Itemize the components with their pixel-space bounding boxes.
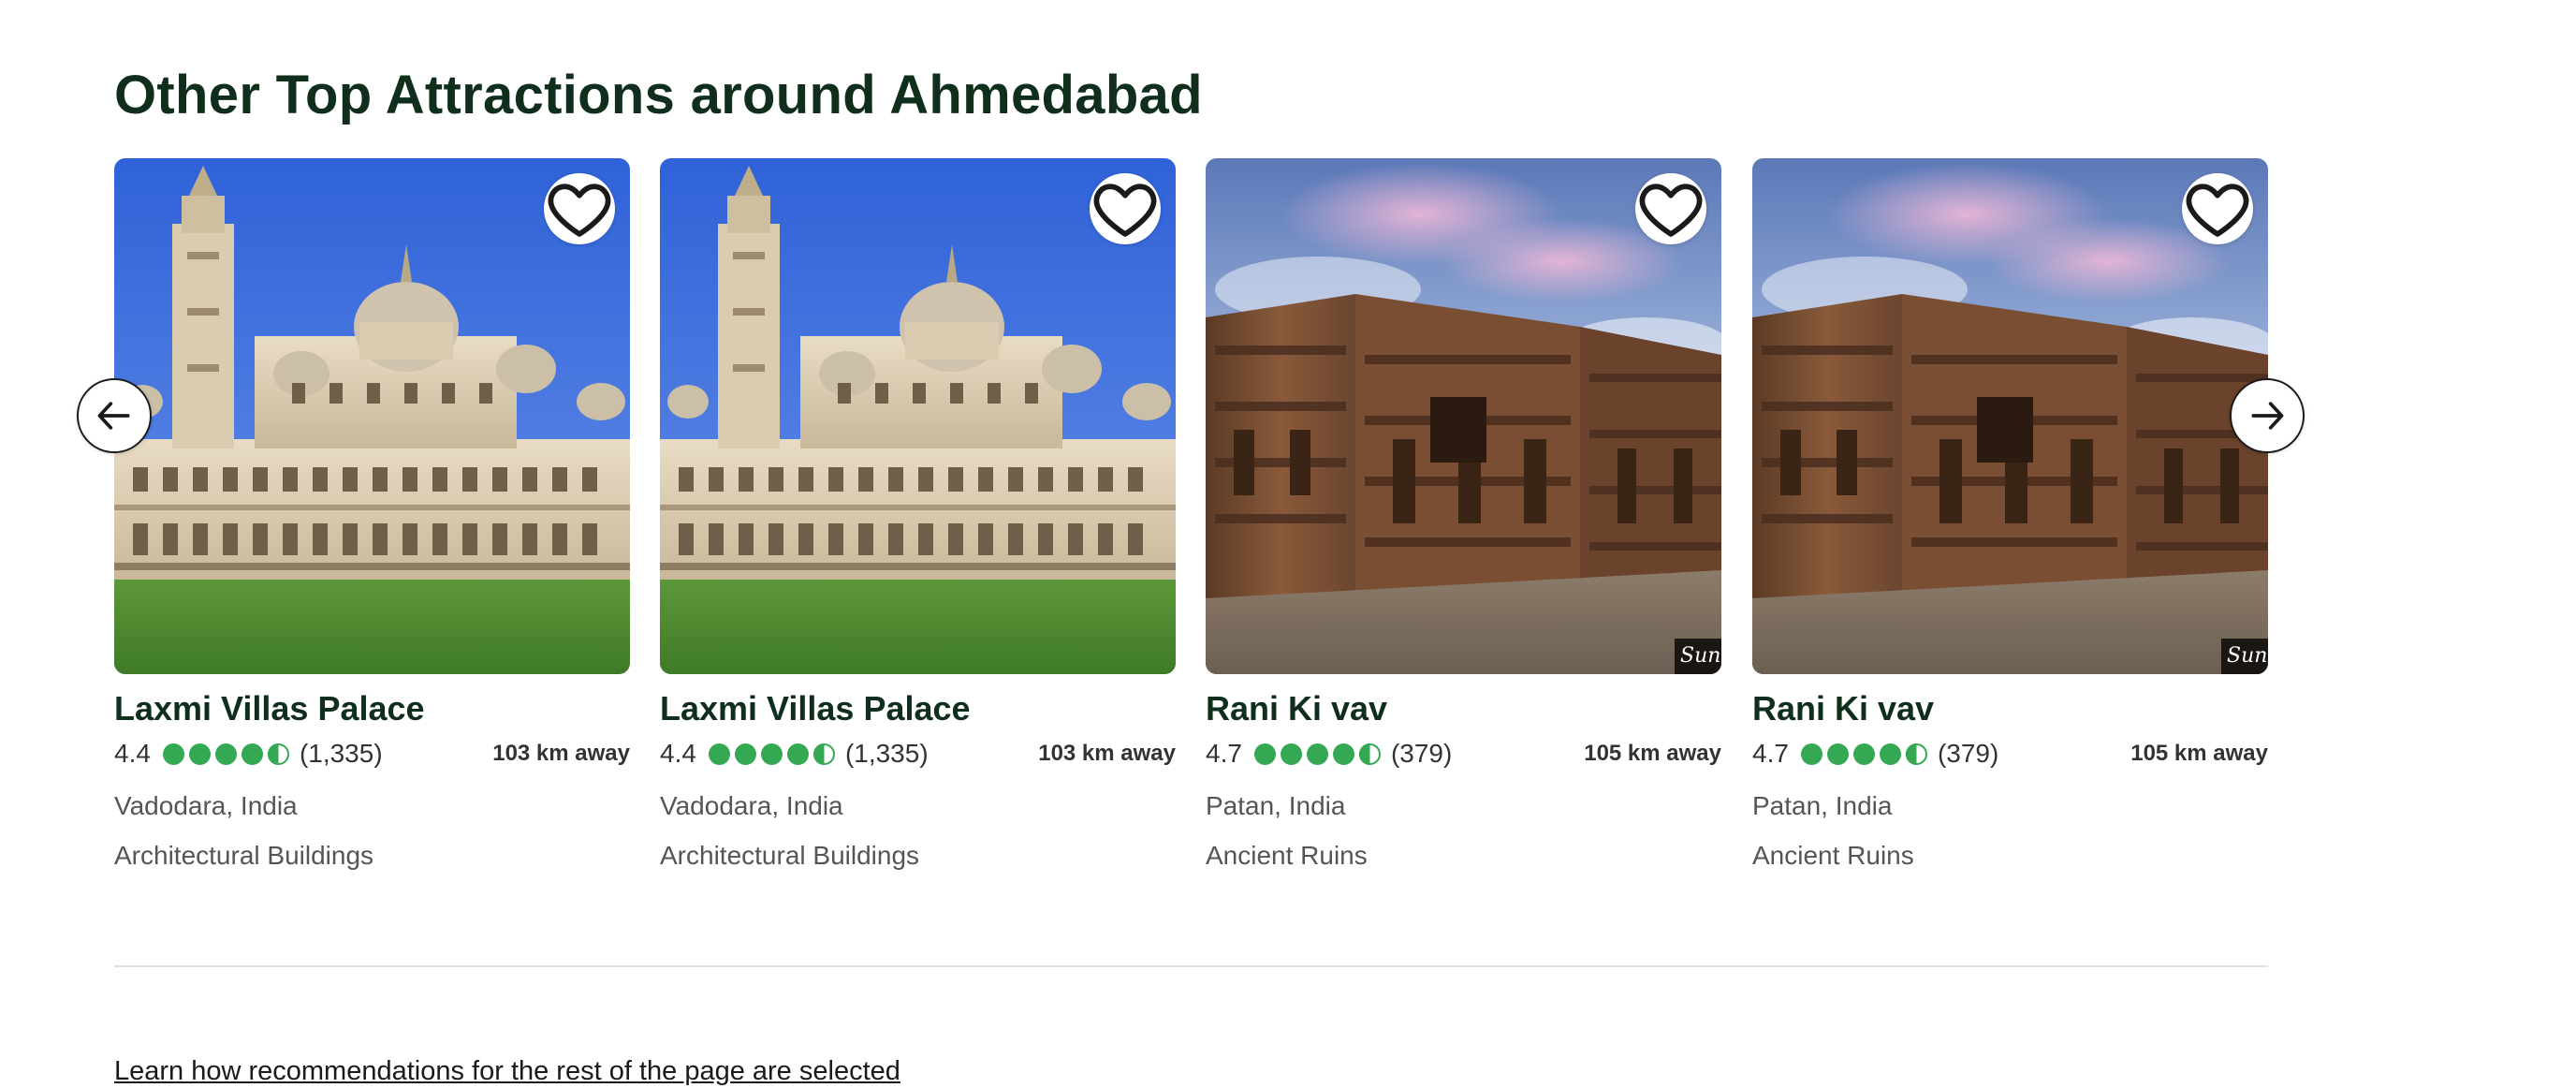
review-count[interactable]: (379) <box>1938 739 1998 769</box>
bubble-full-icon <box>708 742 730 765</box>
photo-watermark: Sun <box>2221 639 2268 674</box>
rating-bubbles <box>1253 742 1382 766</box>
attraction-location: Vadodara, India <box>114 791 298 820</box>
rating-bubbles <box>708 742 836 766</box>
attraction-location: Patan, India <box>1752 791 1893 820</box>
bubble-full-icon <box>1826 742 1849 765</box>
rating-row: 4.4 (1,335) 103 km away <box>114 735 630 772</box>
save-button[interactable] <box>1635 173 1706 244</box>
attraction-name[interactable]: Rani Ki vav <box>1752 686 1934 731</box>
learn-recommendations-link[interactable]: Learn how recommendations for the rest o… <box>114 1054 900 1088</box>
photo-watermark: Sun <box>1675 639 1721 674</box>
attraction-name[interactable]: Laxmi Villas Palace <box>114 686 425 731</box>
bubble-full-icon <box>241 742 263 765</box>
attractions-carousel: Laxmi Villas Palace 4.4 (1,335) 103 km a… <box>114 158 2268 907</box>
rating-row: 4.7 (379) 105 km away <box>1752 735 2268 772</box>
attraction-name[interactable]: Laxmi Villas Palace <box>660 686 971 731</box>
bubble-half-icon <box>1905 742 1927 765</box>
bubble-half-icon <box>1358 742 1381 765</box>
distance: 103 km away <box>492 741 630 766</box>
bubble-full-icon <box>734 742 756 765</box>
arrow-right-icon <box>2251 402 2284 430</box>
attraction-card[interactable]: Laxmi Villas Palace 4.4 (1,335) 103 km a… <box>114 158 630 889</box>
distance: 105 km away <box>2130 741 2268 766</box>
save-button[interactable] <box>544 173 615 244</box>
bubble-half-icon <box>812 742 835 765</box>
palace-photo[interactable] <box>660 158 1176 674</box>
review-count[interactable]: (379) <box>1391 739 1452 769</box>
bubble-full-icon <box>1280 742 1302 765</box>
save-button[interactable] <box>1090 173 1161 244</box>
attraction-card[interactable]: Laxmi Villas Palace 4.4 (1,335) 103 km a… <box>660 158 1176 889</box>
attraction-category: Architectural Buildings <box>114 841 374 870</box>
carousel-prev-button[interactable] <box>77 378 152 453</box>
rating-row: 4.7 (379) 105 km away <box>1206 735 1721 772</box>
bubble-full-icon <box>760 742 783 765</box>
bubble-full-icon <box>1852 742 1875 765</box>
distance: 103 km away <box>1038 741 1176 766</box>
bubble-full-icon <box>1306 742 1328 765</box>
rating-row: 4.4 (1,335) 103 km away <box>660 735 1176 772</box>
attraction-category: Ancient Ruins <box>1752 841 1914 870</box>
heart-icon <box>2186 184 2249 237</box>
rating-bubbles <box>1800 742 1928 766</box>
heart-icon <box>1093 184 1157 237</box>
bubble-full-icon <box>162 742 184 765</box>
bubble-full-icon <box>188 742 211 765</box>
bubble-full-icon <box>1800 742 1822 765</box>
bubble-full-icon <box>1332 742 1354 765</box>
attraction-card[interactable]: Sun Rani Ki vav 4.7 (379) 105 km away Pa… <box>1752 158 2268 889</box>
attraction-category: Architectural Buildings <box>660 841 920 870</box>
carousel-next-button[interactable] <box>2230 378 2305 453</box>
rating-score: 4.7 <box>1752 739 1789 768</box>
rating-score: 4.4 <box>660 739 696 768</box>
arrow-left-icon <box>97 402 130 430</box>
section-divider <box>114 965 2268 967</box>
attraction-category: Ancient Ruins <box>1206 841 1368 870</box>
stepwell-photo[interactable]: Sun <box>1206 158 1721 674</box>
bubble-full-icon <box>786 742 809 765</box>
review-count[interactable]: (1,335) <box>300 739 383 769</box>
attraction-location: Vadodara, India <box>660 791 843 820</box>
stepwell-photo[interactable]: Sun <box>1752 158 2268 674</box>
save-button[interactable] <box>2182 173 2253 244</box>
bubble-full-icon <box>1253 742 1276 765</box>
rating-score: 4.7 <box>1206 739 1242 768</box>
attraction-card[interactable]: Sun Rani Ki vav 4.7 (379) 105 km away Pa… <box>1206 158 1721 889</box>
attraction-location: Patan, India <box>1206 791 1346 820</box>
rating-bubbles <box>162 742 290 766</box>
bubble-full-icon <box>214 742 237 765</box>
attraction-name[interactable]: Rani Ki vav <box>1206 686 1387 731</box>
distance: 105 km away <box>1584 741 1721 766</box>
palace-photo[interactable] <box>114 158 630 674</box>
bubble-full-icon <box>1879 742 1901 765</box>
heart-icon <box>548 184 611 237</box>
bubble-half-icon <box>267 742 289 765</box>
rating-score: 4.4 <box>114 739 151 768</box>
heart-icon <box>1639 184 1703 237</box>
review-count[interactable]: (1,335) <box>845 739 929 769</box>
section-title: Other Top Attractions around Ahmedabad <box>114 65 1203 125</box>
